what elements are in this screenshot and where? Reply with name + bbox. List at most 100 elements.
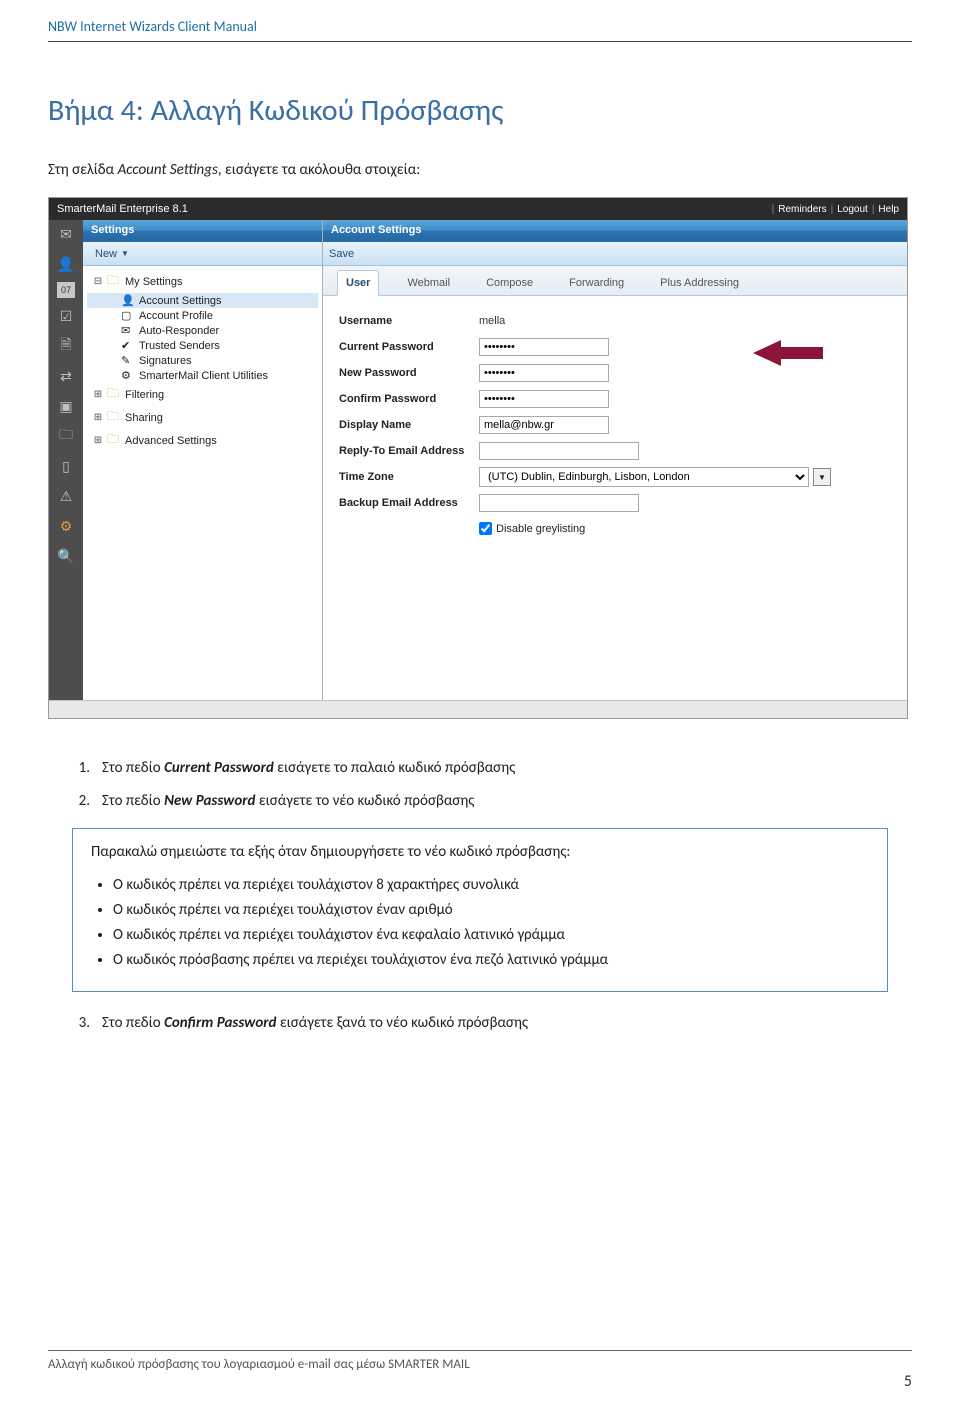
field-name: New Password [164,792,255,810]
files-icon[interactable]: 🗀 [53,424,79,448]
display-name-label: Display Name [339,419,479,431]
rss-icon[interactable]: ▣ [53,394,79,418]
chevron-down-icon[interactable]: ▼ [813,468,831,486]
text: εισάγετε το παλαιό κωδικό πρόσβασης [274,759,516,777]
text: εισάγετε το νέο κωδικό πρόσβασης [255,792,474,810]
username-label: Username [339,315,479,327]
intro-pre: Στη σελίδα [48,161,118,179]
note-intro: Παρακαλώ σημειώστε τα εξής όταν δημιουργ… [91,843,869,861]
replyto-label: Reply-To Email Address [339,445,479,457]
alerts-icon[interactable]: ⚠ [53,484,79,508]
tree-sharing[interactable]: ⊞🗀Sharing [87,406,318,429]
footer-rule [48,1350,912,1351]
tree-label: Advanced Settings [125,435,217,447]
reminders-link[interactable]: Reminders [778,204,826,215]
instruction-list: 1. Στο πεδίο Current Password εισάγετε τ… [72,757,912,812]
tree-trusted-senders[interactable]: ✔Trusted Senders [87,338,318,353]
app-title: SmarterMail Enterprise 8.1 [57,203,188,215]
new-password-input[interactable] [479,364,609,382]
tree-advanced-settings[interactable]: ⊞🗀Advanced Settings [87,429,318,452]
contact-icon[interactable]: 👤 [53,252,79,276]
requirement-item: Ο κωδικός πρόσβασης πρέπει να περιέχει τ… [113,950,869,971]
text: Στο πεδίο [102,792,164,810]
page-footer: Αλλαγή κωδικού πρόσβασης του λογαριασμού… [48,1350,912,1391]
tree-client-utilities[interactable]: ⚙SmarterMail Client Utilities [87,368,318,383]
calendar-icon[interactable]: 07 [57,282,75,298]
tree-my-settings[interactable]: ⊟🗀My Settings [87,270,318,293]
tree-label: Account Settings [139,295,222,307]
logout-link[interactable]: Logout [837,204,868,215]
requirement-item: Ο κωδικός πρέπει να περιέχει τουλάχιστον… [113,875,869,896]
help-link[interactable]: Help [878,204,899,215]
tree-label: My Settings [125,276,182,288]
app-titlebar: SmarterMail Enterprise 8.1 | Reminders |… [49,198,907,220]
current-password-input[interactable] [479,338,609,356]
username-value: mella [479,315,505,327]
gear-icon[interactable]: ⚙ [53,514,79,538]
tab-webmail[interactable]: Webmail [399,271,458,295]
field-name: Current Password [164,759,274,777]
save-button[interactable]: Save [329,248,354,260]
requirements-list: Ο κωδικός πρέπει να περιέχει τουλάχιστον… [91,875,869,971]
page-number: 5 [48,1372,912,1391]
disable-greylisting-checkbox[interactable] [479,522,492,535]
step-title: Βήμα 4: Αλλαγή Κωδικού Πρόσβασης [48,92,912,129]
tree-account-profile[interactable]: ▢Account Profile [87,308,318,323]
mail-icon[interactable]: ✉ [53,222,79,246]
display-name-input[interactable] [479,416,609,434]
tab-plus-addressing[interactable]: Plus Addressing [652,271,747,295]
header-rule [48,41,912,42]
tree-label: Filtering [125,389,164,401]
sidebar-title: Settings [83,220,322,242]
backup-email-label: Backup Email Address [339,497,479,509]
requirement-item: Ο κωδικός πρέπει να περιέχει τουλάχιστον… [113,925,869,946]
instruction-item-3: 3. Στο πεδίο Confirm Password εισάγετε ξ… [72,1012,912,1035]
timezone-select[interactable]: (UTC) Dublin, Edinburgh, Lisbon, London [479,467,809,487]
notes-icon[interactable]: 🗎 [53,334,79,358]
tree-auto-responder[interactable]: ✉Auto-Responder [87,323,318,338]
tree-label: Account Profile [139,310,213,322]
instruction-list-cont: 3. Στο πεδίο Confirm Password εισάγετε ξ… [72,1012,912,1035]
tabs-row: User Webmail Compose Forwarding Plus Add… [323,266,907,296]
document-header: NBW Internet Wizards Client Manual [48,18,912,41]
reports-icon[interactable]: ▯ [53,454,79,478]
new-label: New [95,248,117,260]
settings-tree: ⊟🗀My Settings 👤Account Settings ▢Account… [83,266,322,700]
tree-signatures[interactable]: ✎Signatures [87,353,318,368]
new-password-label: New Password [339,367,479,379]
current-password-label: Current Password [339,341,479,353]
status-bar [49,700,907,718]
text: Στο πεδίο [102,1014,164,1032]
intro-post: , εισάγετε τα ακόλουθα στοιχεία: [218,161,420,179]
text: Στο πεδίο [102,759,164,777]
search-icon[interactable]: 🔍 [53,544,79,568]
disable-greylisting-label: Disable greylisting [496,523,585,535]
sync-icon[interactable]: ⇄ [53,364,79,388]
new-button[interactable]: New ▼ [89,247,135,261]
confirm-password-label: Confirm Password [339,393,479,405]
tasks-icon[interactable]: ☑ [53,304,79,328]
main-panel-title: Account Settings [323,220,907,242]
tree-filtering[interactable]: ⊞🗀Filtering [87,383,318,406]
arrow-annotation [753,340,823,366]
intro-line: Στη σελίδα Account Settings, εισάγετε τα… [48,161,912,179]
instruction-item-1: 1. Στο πεδίο Current Password εισάγετε τ… [72,757,912,780]
confirm-password-input[interactable] [479,390,609,408]
replyto-input[interactable] [479,442,639,460]
instruction-item-2: 2. Στο πεδίο New Password εισάγετε το νέ… [72,790,912,813]
requirement-item: Ο κωδικός πρέπει να περιέχει τουλάχιστον… [113,900,869,921]
tab-forwarding[interactable]: Forwarding [561,271,632,295]
chevron-down-icon: ▼ [121,249,129,258]
form-area: Username mella Current Password New Pass… [323,296,907,547]
field-name: Confirm Password [164,1014,276,1032]
text: εισάγετε ξανά το νέο κωδικό πρόσβασης [276,1014,528,1032]
main-panel: Account Settings Save User Webmail Compo… [323,220,907,700]
footer-text: Αλλαγή κωδικού πρόσβασης του λογαριασμού… [48,1357,470,1372]
backup-email-input[interactable] [479,494,639,512]
tree-label: Trusted Senders [139,340,220,352]
tree-label: Sharing [125,412,163,424]
tab-user[interactable]: User [337,270,379,296]
tree-label: Auto-Responder [139,325,219,337]
tree-account-settings[interactable]: 👤Account Settings [87,293,318,308]
tab-compose[interactable]: Compose [478,271,541,295]
